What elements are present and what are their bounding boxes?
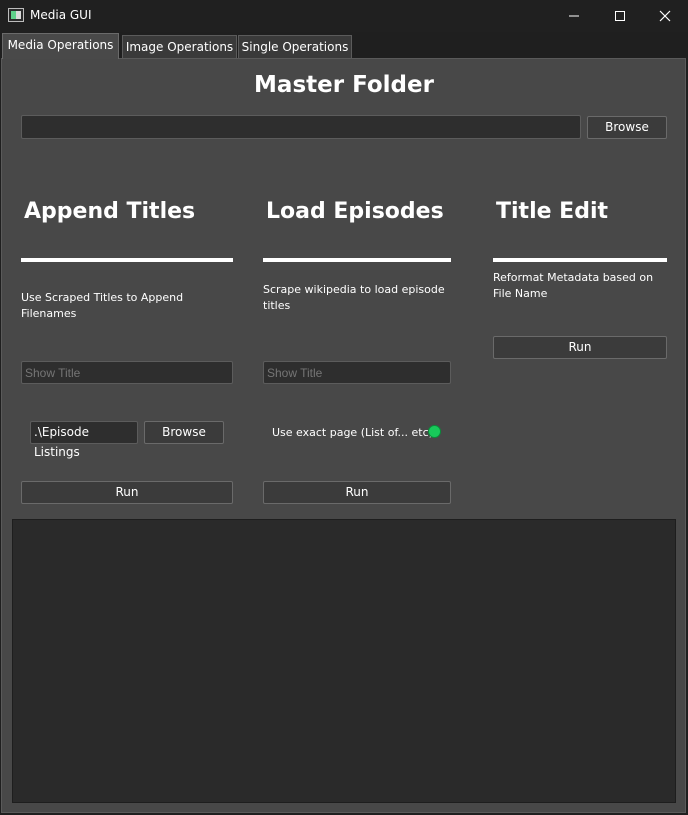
- append-show-title-input[interactable]: [21, 361, 233, 384]
- close-button[interactable]: [642, 0, 688, 32]
- tab-media-operations[interactable]: Media Operations: [2, 33, 119, 59]
- append-titles-run-button[interactable]: Run: [21, 481, 233, 504]
- load-show-title-input[interactable]: [263, 361, 451, 384]
- load-episodes-divider: [263, 258, 451, 262]
- episode-listings-field[interactable]: .\Episode Listings: [30, 421, 138, 459]
- minimize-button[interactable]: [551, 0, 597, 32]
- load-episodes-heading: Load Episodes: [266, 199, 444, 224]
- minimize-icon: [569, 15, 579, 17]
- tab-image-operations[interactable]: Image Operations: [122, 35, 237, 59]
- master-folder-heading: Master Folder: [254, 72, 434, 98]
- maximize-button[interactable]: [597, 0, 643, 32]
- episode-listings-browse-button[interactable]: Browse: [144, 421, 224, 444]
- append-titles-heading: Append Titles: [24, 199, 196, 224]
- title-edit-run-button[interactable]: Run: [493, 336, 667, 359]
- app-window-icon: [8, 8, 24, 22]
- output-log-area[interactable]: [12, 519, 676, 803]
- load-episodes-run-button[interactable]: Run: [263, 481, 451, 504]
- maximize-icon: [615, 11, 625, 21]
- master-browse-button[interactable]: Browse: [587, 116, 667, 139]
- exact-page-label: Use exact page (List of... etc): [272, 426, 433, 439]
- close-icon: [659, 10, 671, 22]
- window-title: Media GUI: [30, 8, 92, 22]
- title-edit-description: Reformat Metadata based on File Name: [493, 271, 654, 300]
- master-folder-path-field[interactable]: [21, 115, 581, 139]
- append-titles-description: Use Scraped Titles to Append Filenames: [21, 291, 184, 320]
- title-edit-divider: [493, 258, 667, 262]
- load-episodes-description: Scrape wikipedia to load episode titles: [263, 283, 445, 312]
- append-titles-divider: [21, 258, 233, 262]
- tab-single-operations[interactable]: Single Operations: [238, 35, 352, 59]
- exact-page-toggle[interactable]: [428, 425, 441, 438]
- title-edit-heading: Title Edit: [496, 199, 609, 224]
